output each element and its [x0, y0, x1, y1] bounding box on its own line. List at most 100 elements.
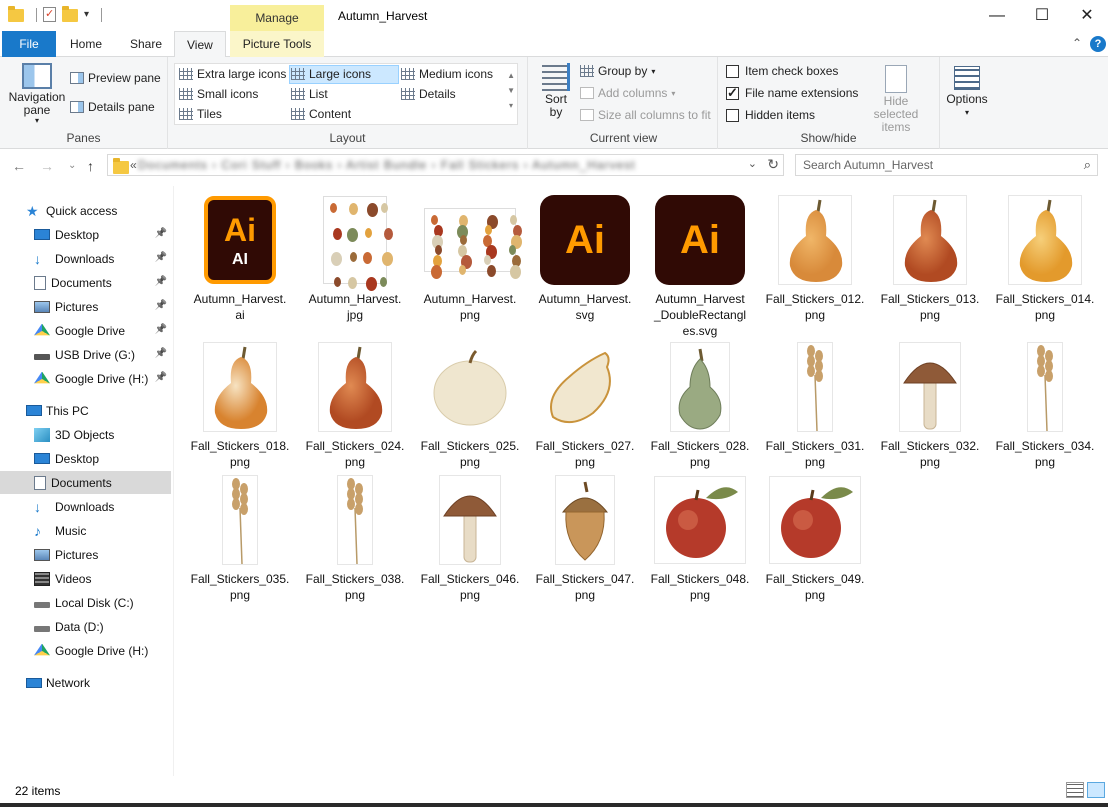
file-item[interactable]: Fall_Stickers_028. png [644, 339, 756, 470]
file-item[interactable]: Ai Autumn_Harvest. svg [529, 192, 641, 323]
file-item[interactable]: Fall_Stickers_049. png [759, 472, 871, 603]
help-icon[interactable]: ? [1090, 36, 1106, 52]
hide-selected-items-button[interactable]: Hide selected items [858, 65, 934, 134]
sidebar-item-local-disk-c[interactable]: Local Disk (C:) [0, 591, 171, 614]
address-dropdown-icon[interactable]: ⌄ [748, 157, 757, 170]
sidebar-quick-access[interactable]: ★ Quick access [0, 199, 171, 222]
breadcrumb[interactable]: Documents › Cori Stuff › Books › Artist … [138, 158, 636, 172]
file-item[interactable]: Fall_Stickers_046. png [414, 472, 526, 603]
file-item[interactable]: Fall_Stickers_031. png [759, 339, 871, 470]
details-view-icon[interactable] [1066, 782, 1084, 798]
sidebar-item-pictures[interactable]: Pictures 📌 [0, 295, 171, 318]
sidebar-item-usb-drive-g[interactable]: USB Drive (G:) 📌 [0, 343, 171, 366]
forward-arrow-icon[interactable]: → [40, 158, 54, 174]
sidebar-item-data-d[interactable]: Data (D:) [0, 615, 171, 638]
file-item[interactable]: Fall_Stickers_013. png [874, 192, 986, 323]
search-input[interactable] [803, 158, 1073, 172]
pin-icon[interactable]: 📌 [155, 372, 167, 383]
large-icons-view-icon[interactable] [1087, 782, 1105, 798]
pin-icon[interactable]: 📌 [155, 228, 167, 239]
sidebar-item-downloads[interactable]: ↓ Downloads 📌 [0, 247, 171, 270]
layout-medium-icons[interactable]: Medium icons [401, 67, 493, 81]
file-item[interactable]: Fall_Stickers_035. png [184, 472, 296, 603]
pin-icon[interactable]: 📌 [155, 324, 167, 335]
sidebar-item-3d-objects[interactable]: 3D Objects [0, 423, 171, 446]
address-bar[interactable]: « Documents › Cori Stuff › Books › Artis… [107, 154, 784, 176]
file-item[interactable]: Ai AI Autumn_Harvest. ai [184, 192, 296, 323]
tab-file[interactable]: File [2, 31, 56, 57]
file-item[interactable]: Fall_Stickers_012. png [759, 192, 871, 323]
size-all-columns-button[interactable]: Size all columns to fit [580, 108, 711, 122]
layout-details[interactable]: Details [401, 87, 456, 101]
sidebar-item-videos[interactable]: Videos [0, 567, 171, 590]
layout-gallery-scroll[interactable]: ▲ ▼ ▾ [507, 68, 515, 113]
sidebar-this-pc[interactable]: This PC [0, 399, 171, 422]
pin-icon[interactable]: 📌 [155, 300, 167, 311]
options-button[interactable]: Options ▾ [944, 66, 990, 117]
layout-small-icons[interactable]: Small icons [179, 87, 258, 101]
pin-icon[interactable]: 📌 [155, 252, 167, 263]
file-item[interactable]: Fall_Stickers_032. png [874, 339, 986, 470]
sidebar-item-google-drive[interactable]: Google Drive 📌 [0, 319, 171, 342]
pin-icon[interactable]: 📌 [155, 276, 167, 287]
file-item[interactable]: Autumn_Harvest. png [414, 192, 526, 323]
refresh-icon[interactable]: ↻ [767, 156, 779, 173]
collapse-ribbon-icon[interactable]: ⌃ [1072, 36, 1082, 50]
current-view-group: Sort by Group by ▾ Add columns ▾ Size all … [530, 57, 718, 149]
add-columns-button[interactable]: Add columns ▾ [580, 86, 675, 100]
file-item[interactable]: Fall_Stickers_047. png [529, 472, 641, 603]
sidebar-item-music[interactable]: ♪ Music [0, 519, 171, 542]
group-by-button[interactable]: Group by ▾ [580, 64, 655, 78]
sidebar-network[interactable]: Network [0, 671, 171, 694]
back-arrow-icon[interactable]: ← [12, 158, 26, 174]
file-item[interactable]: Fall_Stickers_027. png [529, 339, 641, 470]
layout-content[interactable]: Content [291, 107, 351, 121]
search-box[interactable]: ⌕ [795, 154, 1098, 176]
file-item[interactable]: Fall_Stickers_025. png [414, 339, 526, 470]
tab-picture-tools[interactable]: Picture Tools [230, 31, 324, 57]
file-item[interactable]: Autumn_Harvest. jpg [299, 192, 411, 323]
file-item[interactable]: Fall_Stickers_034. png [989, 339, 1101, 470]
file-name-extensions-toggle[interactable]: File name extensions [726, 85, 858, 101]
customize-toolbar-icon[interactable]: ▾ [84, 9, 89, 20]
medium-icons-icon [401, 68, 415, 80]
layout-tiles[interactable]: Tiles [179, 107, 222, 121]
small-icons-icon [179, 88, 193, 100]
recent-locations-icon[interactable]: ⌄ [68, 160, 76, 171]
properties-icon[interactable] [43, 7, 56, 22]
file-item[interactable]: Fall_Stickers_014. png [989, 192, 1101, 323]
tab-home[interactable]: Home [58, 31, 114, 57]
path-overflow[interactable]: « [130, 158, 137, 172]
details-pane-button[interactable]: Details pane [70, 100, 155, 114]
up-arrow-icon[interactable]: ↑ [87, 158, 94, 174]
sidebar-item-documents[interactable]: Documents [0, 471, 171, 494]
maximize-button[interactable]: ☐ [1019, 0, 1065, 32]
item-check-boxes-toggle[interactable]: Item check boxes [726, 64, 838, 78]
sidebar-item-desktop[interactable]: Desktop [0, 447, 171, 470]
file-item[interactable]: Fall_Stickers_048. png [644, 472, 756, 603]
hidden-items-toggle[interactable]: Hidden items [726, 108, 815, 122]
manage-context-tab[interactable]: Manage [230, 5, 324, 31]
tab-view[interactable]: View [174, 31, 226, 58]
layout-extra-large-icons[interactable]: Extra large icons [179, 67, 286, 81]
navigation-pane-button[interactable]: Navigation pane ▾ [8, 63, 66, 125]
file-item[interactable]: Fall_Stickers_038. png [299, 472, 411, 603]
layout-list[interactable]: List [291, 87, 328, 101]
tab-share[interactable]: Share [118, 31, 174, 57]
pin-icon[interactable]: 📌 [155, 348, 167, 359]
sidebar-item-pictures[interactable]: Pictures [0, 543, 171, 566]
sort-by-button[interactable]: Sort by [540, 63, 572, 119]
close-button[interactable]: ✕ [1064, 0, 1108, 32]
file-item[interactable]: Fall_Stickers_018. png [184, 339, 296, 470]
file-item[interactable]: Ai Autumn_Harvest _DoubleRectangl es.svg [644, 192, 756, 339]
sidebar-item-google-drive-h[interactable]: Google Drive (H:) 📌 [0, 367, 171, 390]
minimize-button[interactable]: — [974, 0, 1020, 32]
file-item[interactable]: Fall_Stickers_024. png [299, 339, 411, 470]
layout-large-icons[interactable]: Large icons [291, 67, 371, 81]
sidebar-item-documents[interactable]: Documents 📌 [0, 271, 171, 294]
sidebar-item-downloads[interactable]: ↓ Downloads [0, 495, 171, 518]
sidebar-item-desktop[interactable]: Desktop 📌 [0, 223, 171, 246]
new-folder-icon[interactable] [62, 6, 78, 22]
preview-pane-button[interactable]: Preview pane [70, 71, 161, 85]
sidebar-item-google-drive-h[interactable]: Google Drive (H:) [0, 639, 171, 662]
